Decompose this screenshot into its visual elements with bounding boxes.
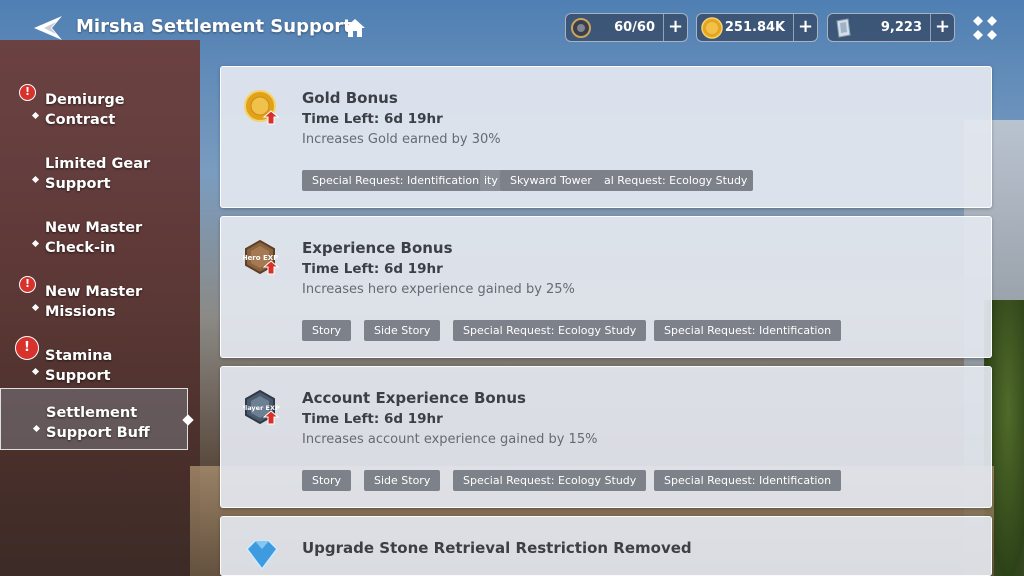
card-time-left: Time Left: 6d 19hr: [302, 111, 443, 127]
crystal-card-icon: [830, 15, 856, 41]
alert-badge-icon: !: [15, 336, 39, 360]
card-time-left: Time Left: 6d 19hr: [302, 411, 443, 427]
menu-grid-icon[interactable]: [972, 15, 998, 41]
sidebar-item-new-master-check-in[interactable]: New Master Check-in: [0, 204, 188, 266]
tag: Story: [302, 470, 352, 491]
sidebar-item-limited-gear-support[interactable]: Limited Gear Support: [0, 140, 188, 202]
tag: Side Story: [364, 470, 441, 491]
crystal-value: 9,223: [880, 20, 922, 35]
player-exp-label: Player EXP: [243, 404, 280, 412]
add-stamina-button[interactable]: +: [663, 14, 687, 41]
sidebar-item-label: Stamina Support: [45, 348, 113, 384]
gold-value: 251.84K: [724, 20, 786, 35]
card-description: Increases account experience gained by 1…: [302, 432, 598, 447]
bullet-icon: [31, 175, 40, 184]
add-gold-button[interactable]: +: [793, 14, 817, 41]
stamina-resource: 60/60 +: [565, 13, 688, 42]
gear-currency-icon: [568, 15, 594, 41]
card-description: Increases hero experience gained by 25%: [302, 282, 575, 297]
tag: al Request: Ecology Study: [588, 170, 754, 191]
tag: Story: [302, 320, 352, 341]
card-title: Upgrade Stone Retrieval Restriction Remo…: [302, 539, 692, 557]
stamina-value: 60/60: [614, 20, 655, 35]
card-time-left: Time Left: 6d 19hr: [302, 261, 443, 277]
sidebar-item-label: Demiurge Contract: [45, 92, 125, 128]
alert-badge-icon: !: [19, 84, 36, 101]
card-description: Increases Gold earned by 30%: [302, 132, 501, 147]
gold-bonus-icon: [243, 89, 281, 127]
tag: Side Story: [364, 320, 441, 341]
tag: Special Request: Identification: [654, 320, 842, 341]
sidebar-item-new-master-missions[interactable]: ! New Master Missions: [0, 268, 188, 330]
buff-card-upgrade-stone: Upgrade Stone Retrieval Restriction Remo…: [220, 516, 992, 576]
gold-resource: 251.84K +: [696, 13, 818, 42]
top-bar: Mirsha Settlement Support 60/60 + 251.84…: [0, 0, 1024, 56]
tag: Skyward Tower: [500, 170, 602, 191]
bullet-icon: [31, 367, 40, 376]
sidebar-item-label: New Master Check-in: [45, 220, 143, 256]
tag: Special Request: Ecology Study: [453, 470, 647, 491]
bullet-icon: [31, 303, 40, 312]
hero-exp-icon: Hero EXP: [242, 239, 281, 277]
buff-card-account-experience-bonus: Player EXP Account Experience Bonus Time…: [220, 366, 992, 508]
sidebar-item-label: Settlement Support Buff: [46, 405, 150, 441]
hero-exp-label: Hero EXP: [243, 254, 278, 262]
tag: Special Request: Ecology Study: [453, 320, 647, 341]
tag: Special Request: Identification: [654, 470, 842, 491]
card-title: Experience Bonus: [302, 239, 453, 257]
sidebar-item-label: New Master Missions: [45, 284, 143, 320]
sidebar-item-label: Limited Gear Support: [45, 156, 151, 192]
bullet-icon: [31, 111, 40, 120]
alert-badge-icon: !: [19, 276, 36, 293]
card-title: Gold Bonus: [302, 89, 398, 107]
player-exp-icon: Player EXP: [240, 389, 281, 427]
buff-card-gold-bonus: Gold Bonus Time Left: 6d 19hr Increases …: [220, 66, 992, 208]
gold-coin-icon: [699, 15, 725, 41]
tag: ity: [480, 170, 502, 191]
upgrade-stone-icon: [243, 539, 281, 575]
bullet-icon: [32, 424, 41, 433]
sidebar-item-demiurge-contract[interactable]: ! Demiurge Contract: [0, 76, 188, 138]
crystal-resource: 9,223 +: [827, 13, 955, 42]
card-title: Account Experience Bonus: [302, 389, 526, 407]
sidebar-item-stamina-support[interactable]: ! Stamina Support: [0, 332, 188, 394]
bullet-icon: [31, 239, 40, 248]
add-crystal-button[interactable]: +: [930, 14, 954, 41]
tag: Special Request: Identification: [302, 170, 490, 191]
sidebar-item-settlement-support-buff[interactable]: Settlement Support Buff: [0, 388, 194, 450]
buff-card-experience-bonus: Hero EXP Experience Bonus Time Left: 6d …: [220, 216, 992, 358]
back-arrow-icon[interactable]: [34, 14, 64, 42]
home-icon[interactable]: [345, 19, 365, 37]
page-title: Mirsha Settlement Support: [76, 16, 352, 37]
